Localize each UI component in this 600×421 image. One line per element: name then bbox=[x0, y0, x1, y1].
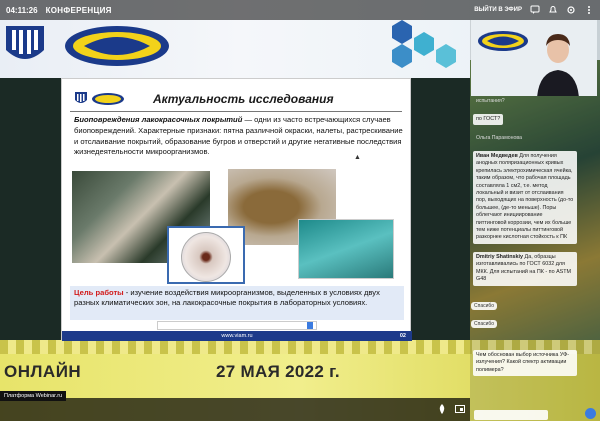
goal-label: Цель работы bbox=[74, 288, 124, 297]
platform-label[interactable]: Платформа Webinar.ru bbox=[0, 391, 67, 401]
paragraph-lead: Биоповреждения лакокрасочных покрытий bbox=[74, 115, 243, 124]
viam-logo-icon bbox=[62, 24, 172, 68]
notification-icon[interactable] bbox=[548, 5, 558, 15]
bottom-toolbar bbox=[0, 398, 470, 421]
ministry-logo-icon bbox=[2, 20, 48, 72]
stop-share-button[interactable] bbox=[307, 322, 313, 329]
chat-message: Dmitriy Shatinskiy Да, образцы изготавли… bbox=[473, 252, 577, 286]
petri-dish-photo bbox=[167, 226, 245, 284]
toolbar-icons bbox=[436, 402, 466, 414]
goal-box: Цель работы - изучение воздействия микро… bbox=[70, 286, 404, 320]
slide-ministry-logo-icon bbox=[75, 92, 87, 103]
chat-sender: Ольга Парамонова bbox=[476, 135, 522, 141]
chat-input[interactable] bbox=[474, 410, 548, 420]
screen-share-bar[interactable] bbox=[157, 321, 317, 330]
slide-paragraph: Биоповреждения лакокрасочных покрытий — … bbox=[74, 115, 404, 158]
slide-viam-logo-icon bbox=[92, 93, 124, 105]
slide-title: Актуальность исследования bbox=[153, 92, 334, 106]
online-label: ОНЛАЙН bbox=[4, 362, 82, 381]
title-divider bbox=[70, 111, 402, 112]
slide-footer: www.viam.ru 02 bbox=[62, 331, 412, 341]
chat-message: Чем обоснован выбор источника УФ-излучен… bbox=[473, 350, 577, 377]
page-number: 02 bbox=[399, 333, 406, 339]
mouse-cursor-icon: ▲ bbox=[354, 154, 361, 161]
chat-partial-message: испытания? bbox=[476, 98, 505, 104]
chat-message: Иван Медведев Для получения анодных поля… bbox=[473, 151, 577, 244]
reaction-icon[interactable] bbox=[436, 402, 448, 414]
slide-header: Актуальность исследования bbox=[74, 87, 394, 111]
event-date: 27 МАЯ 2022 г. bbox=[216, 362, 340, 381]
hexagon-decoration-icon bbox=[380, 20, 460, 78]
speaker-video bbox=[471, 20, 597, 96]
top-bar: 04:11:26 КОНФЕРЕНЦИЯ ВЫЙТИ В ЭФИР bbox=[0, 0, 600, 20]
send-icon[interactable] bbox=[585, 408, 596, 419]
chat-pill: Спасибо bbox=[471, 302, 498, 310]
footer-url: www.viam.ru bbox=[221, 333, 253, 339]
exit-button[interactable]: ВЫЙТИ В ЭФИР bbox=[474, 7, 522, 13]
chat-sender-name: Иван Медведев bbox=[476, 153, 518, 159]
settings-icon[interactable] bbox=[566, 5, 576, 15]
more-icon[interactable] bbox=[584, 5, 594, 15]
presentation-slide: Актуальность исследования Биоповреждения… bbox=[61, 78, 412, 341]
chat-message: по ГОСТ? bbox=[473, 114, 504, 126]
speaker-viam-logo-icon bbox=[478, 31, 528, 51]
speaker-avatar-icon bbox=[537, 34, 579, 96]
chat-pill: Спасибо bbox=[471, 320, 498, 328]
photo-teal-blisters bbox=[298, 219, 394, 279]
conference-label: КОНФЕРЕНЦИЯ bbox=[45, 5, 112, 15]
chat-icon[interactable] bbox=[530, 5, 540, 15]
fullscreen-icon[interactable] bbox=[454, 402, 466, 414]
clock: 04:11:26 bbox=[6, 5, 38, 15]
chat-sender-name: Dmitriy Shatinskiy bbox=[476, 254, 524, 260]
